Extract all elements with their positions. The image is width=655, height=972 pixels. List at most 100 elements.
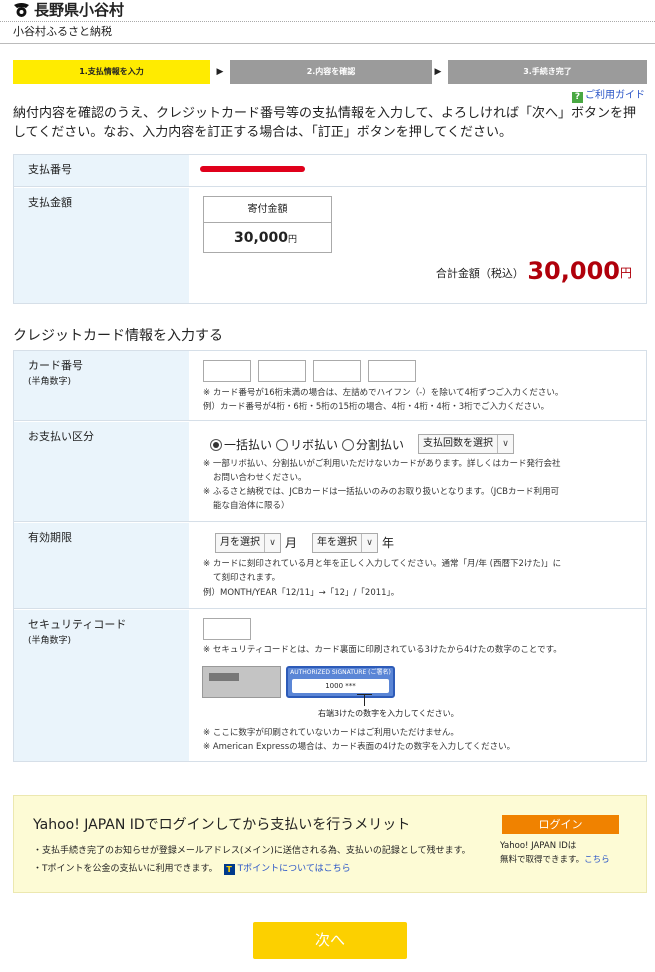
radio-unchecked-icon[interactable] (276, 439, 288, 451)
card-number-label: カード番号 (半角数字) (14, 351, 189, 420)
yahoo-login-title: Yahoo! JAPAN IDでログインしてから支払いを行うメリット (33, 817, 411, 833)
card-number-note: ※ カード番号が16桁未満の場合は、左詰めでハイフン（-）を除いて4桁ずつご入力… (203, 388, 564, 398)
total-yen-unit: 円 (619, 266, 632, 280)
donation-amount-value: 30,000円 (204, 223, 331, 253)
security-code-note-3: ※ American Expressの場合は、カード表面の4けたの数字を入力して… (203, 742, 516, 752)
village-emblem-icon (14, 3, 29, 17)
magnetic-strip (209, 673, 239, 681)
card-number-input-1[interactable] (203, 360, 251, 382)
card-section-title: クレジットカード情報を入力する (13, 328, 223, 344)
signature-panel-value: 1000 *** (292, 679, 389, 693)
donation-amount-header: 寄付金額 (204, 197, 331, 223)
payment-info-table: 支払番号 支払金額 寄付金額 30,000円 合計金額（税込） 30,000円 (13, 154, 647, 304)
payment-number-value (190, 155, 646, 186)
card-number-label-text: カード番号 (28, 359, 83, 372)
payment-type-value: 一括払い リボ払い 分割払い 支払回数を選択 ∨ ※ 一部リボ払い、分割払いがご利… (190, 422, 646, 521)
radio-unchecked-icon[interactable] (342, 439, 354, 451)
yahoo-benefit-1: ・支払手続き完了のお知らせが登録メールアドレス(メイン)に送信される為、支払いの… (33, 846, 471, 856)
security-code-note-2: ※ ここに数字が印刷されていないカードはご利用いただけません。 (203, 728, 459, 738)
payment-number-label: 支払番号 (14, 155, 189, 186)
expiry-example: 例）MONTH/YEAR「12/11」→「12」/「2011」。 (203, 588, 400, 598)
chevron-down-icon: ∨ (361, 534, 377, 552)
security-code-note: ※ セキュリティコードとは、カード裏面に印刷されている3けたから4けたの数字のこ… (203, 645, 562, 655)
card-number-input-2[interactable] (258, 360, 306, 382)
header-divider (0, 21, 655, 22)
radio-lump-sum-label: 一括払い (224, 438, 273, 452)
radio-installment[interactable]: 分割払い (342, 437, 404, 453)
page-header: 長野県小谷村 小谷村ふるさと納税 (0, 0, 655, 44)
payment-amount-value: 寄付金額 30,000円 合計金額（税込） 30,000円 (190, 188, 646, 303)
radio-revolving-label: リボ払い (290, 438, 339, 452)
chevron-down-icon: ∨ (264, 534, 280, 552)
payment-amount-row: 支払金額 寄付金額 30,000円 合計金額（税込） 30,000円 (14, 188, 646, 303)
security-code-input[interactable] (203, 618, 251, 640)
card-info-table: カード番号 (半角数字) ※ カード番号が16桁未満の場合は、左詰めでハイフン（-… (13, 350, 647, 762)
yahoo-id-info: Yahoo! JAPAN IDは 無料で取得できます。こちら (500, 839, 610, 867)
yahoo-id-info-line-2: 無料で取得できます。こちら (500, 853, 610, 867)
tpoint-icon: T (223, 864, 235, 875)
installment-count-select[interactable]: 支払回数を選択 ∨ (418, 434, 514, 454)
yen-unit: 円 (288, 235, 298, 245)
expiry-note-1: ※ カードに刻印されている月と年を正しく入力してください。通常「月/年 (西暦下… (203, 559, 562, 569)
radio-installment-label: 分割払い (356, 438, 405, 452)
signature-panel-image: AUTHORIZED SIGNATURE (ご署名) 1000 *** (286, 666, 395, 698)
yahoo-id-info-text: 無料で取得できます。 (500, 855, 585, 865)
expiry-month-select[interactable]: 月を選択 ∨ (215, 533, 281, 553)
pointer-line (364, 694, 365, 706)
card-number-sub: (半角数字) (28, 377, 72, 387)
card-number-row: カード番号 (半角数字) ※ カード番号が16桁未満の場合は、左詰めでハイフン（-… (14, 351, 646, 421)
card-back-image (202, 666, 281, 698)
step-input: 1.支払情報を入力 (13, 60, 210, 84)
expiry-year-value: 年を選択 (317, 537, 357, 548)
installment-count-value: 支払回数を選択 (423, 438, 493, 449)
step-confirm: 2.内容を確認 (230, 60, 432, 84)
card-number-value: ※ カード番号が16桁未満の場合は、左詰めでハイフン（-）を除いて4桁ずつご入力… (190, 351, 646, 420)
radio-revolving[interactable]: リボ払い (276, 437, 338, 453)
usage-guide-link[interactable]: ? ご利用ガイド (572, 90, 645, 103)
site-subtitle: 小谷村ふるさと納税 (13, 25, 112, 38)
expiry-note-1b: て刻印されます。 (213, 573, 281, 583)
radio-lump-sum[interactable]: 一括払い (210, 437, 272, 453)
payment-type-label: お支払い区分 (14, 422, 189, 521)
security-code-label: セキュリティコード (半角数字) (14, 610, 189, 761)
year-unit: 年 (382, 536, 395, 550)
card-number-example: 例）カード番号が4桁・6桁・5桁の15桁の場合、4桁・4桁・4桁・3桁でご入力く… (203, 402, 550, 412)
total-amount: 合計金額（税込） 30,000円 (436, 256, 632, 289)
login-button[interactable]: ログイン (502, 815, 619, 834)
payment-type-note-2: ※ ふるさと納税では、JCBカードは一括払いのみのお取り扱いとなります。（JCB… (203, 487, 560, 497)
donation-amount-number: 30,000 (234, 230, 289, 246)
security-code-caption: 右端3けたの数字を入力してください。 (318, 709, 459, 718)
security-code-row: セキュリティコード (半角数字) ※ セキュリティコードとは、カード裏面に印刷され… (14, 610, 646, 761)
village-name: 長野県小谷村 (34, 1, 125, 19)
expiry-value: 月を選択 ∨ 月 年を選択 ∨ 年 ※ カードに刻印されている月と年を正しく入力して… (190, 523, 646, 608)
yahoo-benefit-2: ・Tポイントを公金の支払いに利用できます。 T Tポイントについてはこちら (33, 862, 351, 876)
security-code-label-text: セキュリティコード (28, 618, 127, 631)
expiry-year-select[interactable]: 年を選択 ∨ (312, 533, 378, 553)
step-arrow-icon: ▶ (434, 67, 442, 77)
chevron-down-icon: ∨ (497, 435, 513, 453)
donation-amount-box: 寄付金額 30,000円 (203, 196, 332, 253)
total-amount-value: 30,000 (527, 257, 620, 285)
help-icon: ? (572, 92, 583, 103)
tpoint-link[interactable]: Tポイントについてはこちら (238, 864, 351, 874)
security-code-sub: (半角数字) (28, 636, 72, 646)
total-amount-label: 合計金額（税込） (435, 267, 524, 280)
payment-type-note-2b: 能な自治体に限る） (213, 501, 290, 511)
usage-guide-label[interactable]: ご利用ガイド (585, 90, 645, 101)
card-number-input-4[interactable] (368, 360, 416, 382)
payment-type-note-1: ※ 一部リボ払い、分割払いがご利用いただけないカードがあります。詳しくはカード発… (203, 459, 561, 469)
expiry-month-value: 月を選択 (220, 537, 260, 548)
yahoo-login-box: Yahoo! JAPAN IDでログインしてから支払いを行うメリット ・支払手続… (13, 795, 647, 893)
radio-checked-icon[interactable] (210, 439, 222, 451)
expiry-row: 有効期限 月を選択 ∨ 月 年を選択 ∨ 年 ※ カードに刻印されている月と年を正し… (14, 523, 646, 609)
payment-number-row: 支払番号 (14, 155, 646, 187)
next-button[interactable]: 次へ (253, 922, 407, 959)
step-arrow-icon: ▶ (216, 67, 224, 77)
yahoo-benefit-2-text: ・Tポイントを公金の支払いに利用できます。 (33, 864, 218, 874)
expiry-label: 有効期限 (14, 523, 189, 608)
yahoo-id-info-line-1: Yahoo! JAPAN IDは (500, 841, 577, 851)
security-code-value: ※ セキュリティコードとは、カード裏面に印刷されている3けたから4けたの数字のこ… (190, 610, 646, 761)
payment-amount-label: 支払金額 (14, 188, 189, 303)
yahoo-id-signup-link[interactable]: こちら (584, 855, 610, 865)
card-number-input-3[interactable] (313, 360, 361, 382)
